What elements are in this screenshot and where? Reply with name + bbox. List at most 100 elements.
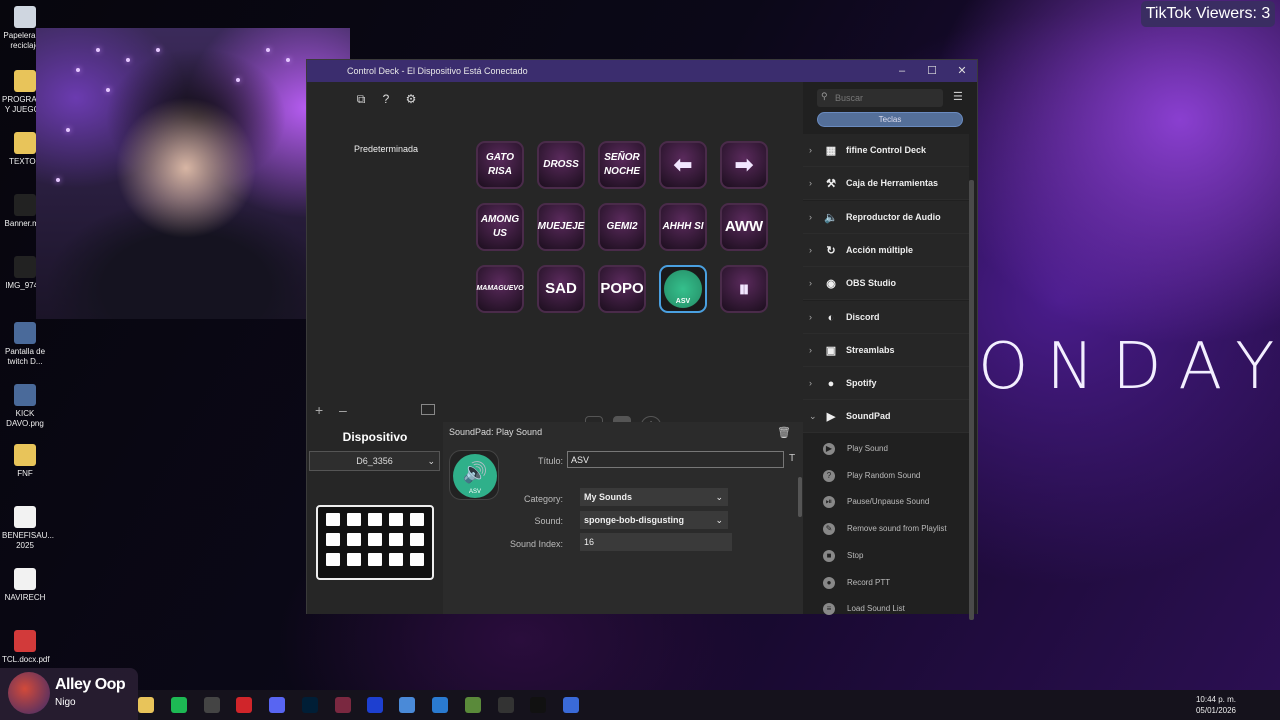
action-icon: ✎	[823, 523, 835, 536]
search-input[interactable]: Buscar	[817, 89, 943, 107]
settings-icon[interactable]: ⚙	[402, 90, 420, 108]
library-category[interactable]: › ▦ fifine Control Deck	[803, 134, 969, 167]
folder-shortcut-icon	[14, 132, 36, 154]
desktop-icon[interactable]: KICK DAVO.png	[2, 384, 48, 429]
discord-icon[interactable]	[269, 697, 285, 713]
deck-key[interactable]: DROSS	[537, 141, 585, 189]
minecraft-icon[interactable]	[465, 697, 481, 713]
library-category[interactable]: › ● Spotify	[803, 367, 969, 401]
library-category[interactable]: › ⚒ Caja de Herramientas	[803, 167, 969, 201]
control-deck-icon[interactable]	[563, 697, 579, 713]
device-key-slot	[326, 513, 340, 526]
close-button[interactable]: ✕	[947, 60, 977, 82]
chevron-right-icon[interactable]: ›	[809, 134, 812, 167]
action-library-panel: Buscar ⚲ ☰ Teclas › ▦ fifine Control Deck ›…	[803, 82, 977, 620]
deck-key[interactable]: AWW	[720, 203, 768, 251]
desktop-icon[interactable]: TCL.docx.pdf	[2, 630, 50, 665]
add-profile-button[interactable]: +	[315, 402, 323, 418]
photoshop-icon[interactable]	[302, 697, 318, 713]
spotify-icon[interactable]	[171, 697, 187, 713]
sound-select[interactable]: sponge-bob-disgusting ⌄	[580, 511, 728, 529]
library-action[interactable]: ■ Stop	[803, 542, 969, 569]
deck-key[interactable]: SAD	[537, 265, 585, 313]
tf-icon[interactable]	[530, 697, 546, 713]
library-category[interactable]: › ◐ Discord	[803, 300, 969, 334]
tab-teclas[interactable]: Teclas	[817, 112, 963, 127]
list-view-icon[interactable]: ☰	[953, 90, 963, 103]
deck-key[interactable]: ⏸	[720, 265, 768, 313]
light-dot	[126, 58, 130, 62]
help-icon[interactable]: ?	[377, 90, 395, 108]
deck-key[interactable]: GEMI2	[598, 203, 646, 251]
action-label: Remove sound from Playlist	[847, 524, 947, 534]
library-category[interactable]: › ↻ Acción múltiple	[803, 233, 969, 267]
deck-key[interactable]: MAMAGUEVO	[476, 265, 524, 313]
maximize-button[interactable]: ☐	[917, 60, 947, 82]
library-category[interactable]: › 🔈 Reproductor de Audio	[803, 200, 969, 234]
device-settings-icon[interactable]	[421, 404, 435, 415]
vivaldi-icon[interactable]	[335, 697, 351, 713]
profile-item[interactable]: Predeterminada	[354, 144, 418, 154]
library-action[interactable]: ✎ Remove sound from Playlist	[803, 515, 969, 542]
sound-index-input[interactable]: 16	[580, 533, 732, 551]
device-preview	[316, 505, 434, 580]
deck-key[interactable]: AHHH SI	[659, 203, 707, 251]
chevron-right-icon[interactable]: ›	[809, 267, 812, 300]
chevron-right-icon[interactable]: ›	[809, 167, 812, 200]
category-select[interactable]: My Sounds ⌄	[580, 488, 728, 506]
chevron-right-icon[interactable]: ›	[809, 234, 812, 267]
props-scrollbar[interactable]	[798, 477, 802, 517]
library-action[interactable]: ≡ Load Sound List	[803, 595, 969, 622]
v-app-icon[interactable]	[367, 697, 383, 713]
library-scrollbar[interactable]	[969, 180, 974, 620]
taskbar-clock[interactable]: 10:44 p. m. 05/01/2026	[1193, 694, 1239, 716]
desktop-icon[interactable]: BENEFISAU... 2025	[2, 506, 54, 551]
opera-icon[interactable]	[236, 697, 252, 713]
library-category[interactable]: › ▣ Streamlabs	[803, 333, 969, 367]
minimize-button[interactable]: –	[887, 60, 917, 82]
library-action[interactable]: ▶ Play Sound	[803, 435, 969, 462]
steam-icon[interactable]	[204, 697, 220, 713]
audio-icon[interactable]	[498, 697, 514, 713]
delete-icon[interactable]: 🗑	[777, 426, 791, 439]
light-dot	[96, 48, 100, 52]
chevron-down-icon: ⌄	[715, 515, 723, 525]
deck-key[interactable]: ➡	[720, 141, 768, 189]
library-action[interactable]: ● Record PTT	[803, 569, 969, 596]
deck-key[interactable]: MUEJEJE	[537, 203, 585, 251]
desktop-icon[interactable]: NAVIRECH	[2, 568, 48, 603]
deck-key[interactable]: GATO RISA	[476, 141, 524, 189]
deck-key[interactable]: SEÑOR NOCHE	[598, 141, 646, 189]
light-dot	[106, 88, 110, 92]
text-format-button[interactable]: T	[789, 453, 795, 464]
desktop-icon[interactable]: Pantalla de twitch D...	[2, 322, 48, 367]
chevron-down-icon[interactable]: ⌄	[809, 400, 817, 433]
library-category[interactable]: ⌄ ▶ SoundPad	[803, 400, 969, 434]
window-titlebar[interactable]: Control Deck - El Dispositivo Está Conec…	[307, 60, 977, 82]
copy-icon[interactable]: ⧉	[352, 90, 370, 108]
library-action[interactable]: ? Play Random Sound	[803, 462, 969, 489]
file-explorer-icon[interactable]	[138, 697, 154, 713]
chevron-right-icon[interactable]: ›	[809, 334, 812, 367]
streamlabs-icon: ▣	[825, 344, 837, 357]
chevron-right-icon[interactable]: ›	[809, 201, 812, 234]
sound-value: sponge-bob-disgusting	[584, 515, 684, 525]
deck-key[interactable]: AMONG US	[476, 203, 524, 251]
library-category[interactable]: › ◉ OBS Studio	[803, 267, 969, 301]
category-value: My Sounds	[584, 492, 633, 502]
title-input[interactable]	[567, 451, 784, 468]
vscode-icon[interactable]	[432, 697, 448, 713]
library-action[interactable]: ⏯ Pause/Unpause Sound	[803, 488, 969, 515]
device-select[interactable]: D6_3356 ⌄	[309, 451, 440, 471]
deck-key[interactable]: ⬅	[659, 141, 707, 189]
chevron-right-icon[interactable]: ›	[809, 367, 812, 400]
speaker-icon: 🔈	[824, 211, 838, 224]
deck-key[interactable]: ASV	[659, 265, 707, 313]
chevron-right-icon[interactable]: ›	[809, 301, 812, 334]
desktop-icon[interactable]: FNF	[2, 444, 48, 479]
desktop-icon-label: TCL.docx.pdf	[2, 655, 50, 664]
deck-key[interactable]: POPO	[598, 265, 646, 313]
remove-profile-button[interactable]: –	[339, 402, 347, 418]
store-icon[interactable]	[399, 697, 415, 713]
action-icon-preview[interactable]: 🔊 ASV	[449, 450, 499, 500]
